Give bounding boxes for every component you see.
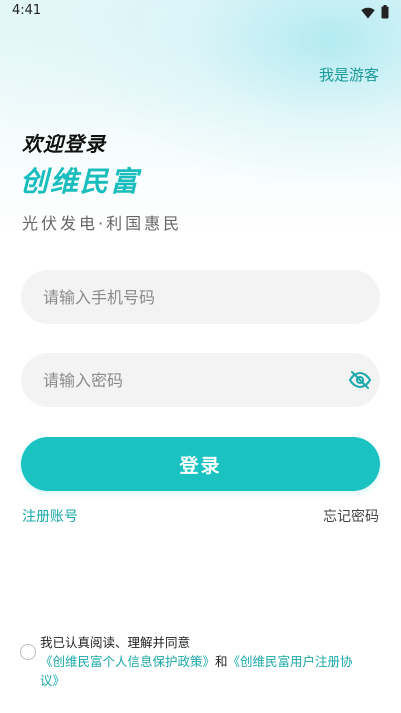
- agreement-text: 我已认真阅读、理解并同意《创维民富个人信息保护政策》和《创维民富用户注册协议》: [40, 633, 365, 690]
- guest-link[interactable]: 我是游客: [319, 64, 379, 85]
- welcome-title: 欢迎登录: [22, 132, 106, 156]
- privacy-policy-link[interactable]: 《创维民富个人信息保护政策》: [40, 654, 215, 669]
- battery-icon: [381, 4, 389, 23]
- forgot-password-link[interactable]: 忘记密码: [323, 506, 379, 526]
- agree-checkbox[interactable]: [20, 644, 36, 660]
- brand-title: 创维民富: [20, 165, 141, 198]
- status-icons: [361, 4, 389, 23]
- slogan: 光伏发电·利国惠民: [22, 214, 183, 233]
- wifi-icon: [361, 4, 375, 23]
- phone-field[interactable]: [21, 270, 380, 324]
- password-input[interactable]: [43, 353, 333, 407]
- register-link[interactable]: 注册账号: [22, 506, 78, 526]
- password-field[interactable]: [21, 353, 380, 407]
- status-time: 4:41: [12, 3, 42, 18]
- eye-off-icon[interactable]: [348, 368, 372, 392]
- status-bar: 4:41: [0, 0, 401, 24]
- agreement-prefix: 我已认真阅读、理解并同意: [40, 635, 191, 650]
- phone-input[interactable]: [43, 270, 333, 324]
- login-button[interactable]: 登录: [21, 437, 380, 491]
- agreement-conjunction: 和: [215, 654, 228, 669]
